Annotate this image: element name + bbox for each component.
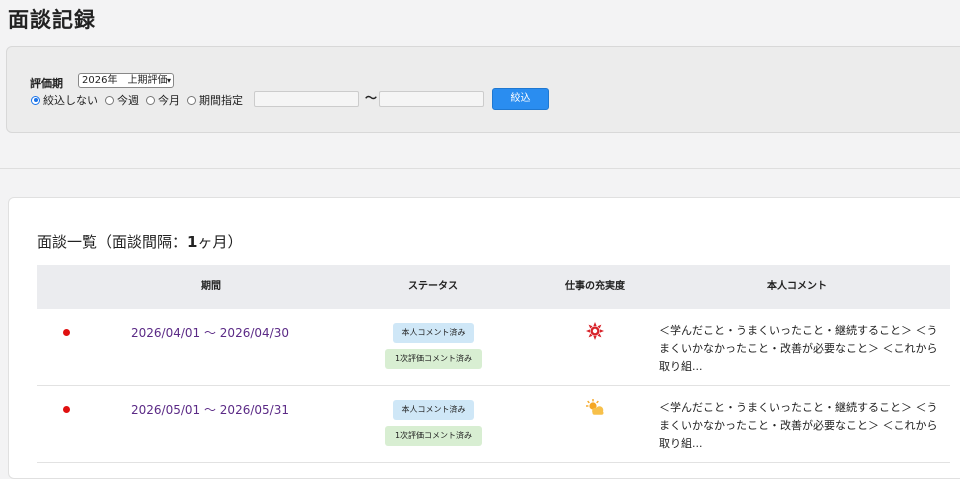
radio-button[interactable] (146, 95, 155, 105)
radio-this-week[interactable]: 今週 (105, 92, 139, 108)
divider (0, 168, 960, 169)
radio-no-filter[interactable]: 絞込しない (31, 92, 98, 108)
radio-label: 今週 (117, 94, 139, 107)
radio-date-range[interactable]: 期間指定 (187, 92, 243, 108)
column-header-comment: 本人コメント (767, 281, 827, 292)
radio-label: 今月 (158, 94, 180, 107)
radio-label: 期間指定 (199, 94, 243, 107)
radio-button[interactable] (187, 95, 196, 105)
filter-panel: 評価期 2026年 上期評価 ▾ 絞込しない 今週 今月 期間指定 〜 絞込 (6, 46, 960, 133)
period-link[interactable]: 2026/04/01 〜 2026/04/30 (131, 324, 289, 341)
period-link[interactable]: 2026/05/01 〜 2026/05/31 (131, 401, 289, 418)
table-header: 期間 ステータス 仕事の充実度 本人コメント (37, 265, 950, 309)
chevron-down-icon: ▾ (166, 76, 171, 85)
period-filter-radios: 絞込しない 今週 今月 期間指定 (31, 92, 250, 108)
column-header-status: ステータス (408, 281, 458, 292)
period-select[interactable]: 2026年 上期評価 ▾ (78, 73, 174, 88)
interview-list-card: 面談一覧（面談間隔：1ヶ月） 期間 ステータス 仕事の充実度 本人コメント 20… (8, 197, 960, 479)
radio-this-month[interactable]: 今月 (146, 92, 180, 108)
list-title: 面談一覧（面談間隔：1ヶ月） (37, 233, 243, 251)
date-to-input[interactable] (379, 91, 484, 107)
unread-dot-icon (63, 329, 70, 336)
table-row[interactable]: 2026/05/01 〜 2026/05/31 本人コメント済み 1次評価コメン… (37, 386, 950, 463)
status-badge: 本人コメント済み (393, 400, 474, 420)
self-comment: ＜学んだこと・うまくいったこと・継続すること＞ ＜うまくいかなかったこと・改善が… (659, 401, 938, 450)
date-from-input[interactable] (254, 91, 359, 107)
range-tilde: 〜 (365, 91, 378, 105)
sun-icon (586, 322, 604, 340)
self-comment: ＜学んだこと・うまくいったこと・継続すること＞ ＜うまくいかなかったこと・改善が… (659, 324, 938, 373)
page-title: 面談記録 (8, 8, 96, 32)
status-badge: 1次評価コメント済み (385, 426, 482, 446)
column-header-fulfillment: 仕事の充実度 (565, 281, 625, 292)
period-select-value: 2026年 上期評価 (82, 75, 168, 86)
partly-cloudy-icon (586, 399, 604, 415)
table-row[interactable]: 2026/04/01 〜 2026/04/30 本人コメント済み 1次評価コメン… (37, 309, 950, 386)
filter-button[interactable]: 絞込 (492, 88, 549, 110)
radio-label: 絞込しない (43, 94, 98, 107)
status-badge: 本人コメント済み (393, 323, 474, 343)
radio-button[interactable] (105, 95, 114, 105)
status-badge: 1次評価コメント済み (385, 349, 482, 369)
period-label: 評価期 (30, 77, 63, 90)
unread-dot-icon (63, 406, 70, 413)
radio-button[interactable] (31, 95, 40, 105)
column-header-period: 期間 (201, 281, 221, 292)
